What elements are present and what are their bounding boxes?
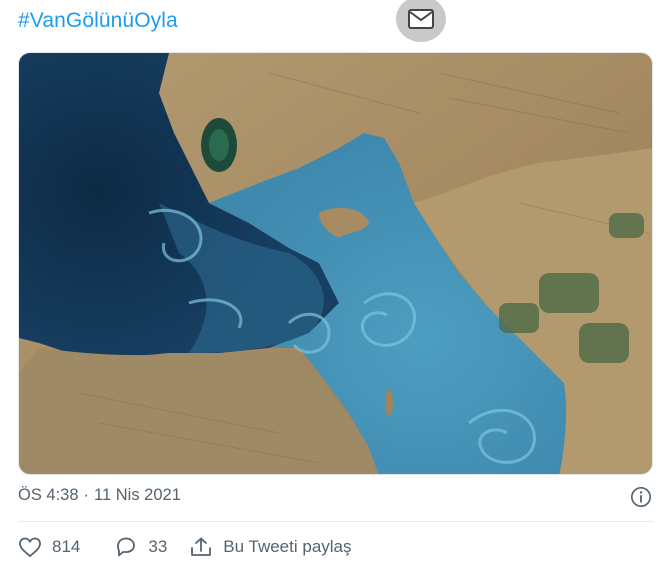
reply-icon — [117, 537, 136, 557]
like-button[interactable]: 814 — [18, 536, 80, 558]
share-button[interactable]: Bu Tweeti paylaş — [189, 536, 352, 558]
mail-button[interactable] — [396, 0, 446, 42]
reply-count: 33 — [148, 537, 168, 556]
tweet-actions: 814 33 Bu Tweeti paylaş — [18, 532, 386, 562]
share-label: Bu Tweeti paylaş — [223, 537, 352, 556]
reply-button[interactable]: 33 — [114, 536, 167, 558]
lake-van-satellite-image — [19, 53, 652, 474]
hashtag-link[interactable]: #VanGölünüOyla — [18, 9, 178, 33]
tweet-date: 11 Nis 2021 — [94, 486, 181, 504]
tweet-timestamp[interactable]: ÖS 4:38 · 11 Nis 2021 — [18, 486, 181, 505]
info-icon[interactable] — [630, 486, 652, 508]
heart-icon — [19, 537, 41, 558]
divider — [18, 521, 654, 522]
mail-icon — [408, 9, 434, 29]
tweet-time: ÖS 4:38 — [18, 486, 79, 504]
share-icon — [191, 537, 212, 556]
like-count: 814 — [52, 537, 81, 556]
tweet-photo[interactable] — [18, 52, 653, 475]
timestamp-separator: · — [83, 486, 90, 504]
